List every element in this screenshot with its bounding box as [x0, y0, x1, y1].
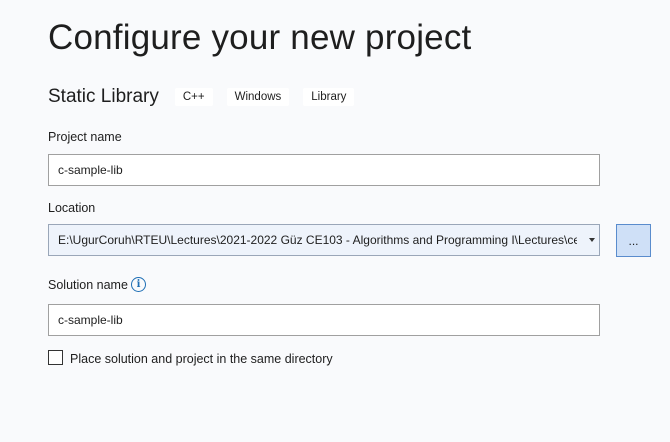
tag-platform: Windows: [226, 88, 290, 106]
same-directory-label[interactable]: Place solution and project in the same d…: [70, 352, 333, 366]
tag-project-type: Library: [303, 88, 355, 106]
template-name: Static Library: [48, 86, 159, 107]
project-name-input[interactable]: c-sample-lib: [48, 154, 600, 186]
page-title: Configure your new project: [48, 18, 472, 57]
location-value: E:\UgurCoruh\RTEU\Lectures\2021-2022 Güz…: [58, 233, 577, 247]
solution-name-input[interactable]: c-sample-lib: [48, 304, 600, 336]
solution-name-value: c-sample-lib: [58, 313, 123, 327]
location-combobox[interactable]: E:\UgurCoruh\RTEU\Lectures\2021-2022 Güz…: [48, 224, 600, 256]
location-label: Location: [48, 201, 96, 215]
project-name-label: Project name: [48, 130, 122, 144]
tag-language: C++: [174, 88, 213, 106]
browse-button[interactable]: ...: [616, 224, 651, 257]
template-summary: Static Library C++ Windows Library: [48, 86, 368, 108]
solution-name-label: Solution name: [48, 278, 128, 292]
info-icon[interactable]: i: [131, 277, 146, 292]
project-name-value: c-sample-lib: [58, 163, 123, 177]
chevron-down-icon[interactable]: [589, 238, 595, 242]
same-directory-checkbox[interactable]: [48, 350, 63, 365]
